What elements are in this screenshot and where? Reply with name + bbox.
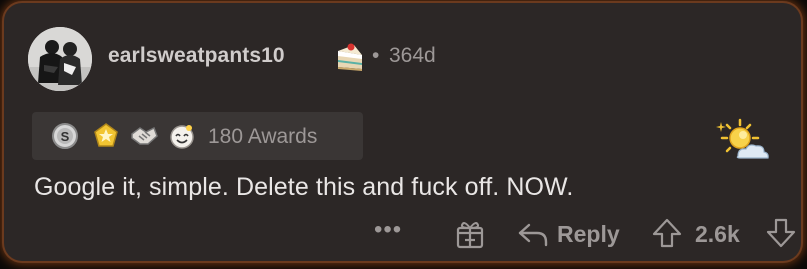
reply-label: Reply xyxy=(557,220,620,247)
comment-age[interactable]: 364d xyxy=(389,44,436,68)
silver-award-icon: S xyxy=(51,122,79,150)
reply-button[interactable]: Reply xyxy=(517,219,620,249)
cake-day-icon xyxy=(332,41,366,75)
sun-cloud-flair-icon xyxy=(714,116,770,164)
upvote-button[interactable] xyxy=(652,217,682,249)
handshake-award-icon xyxy=(130,122,158,150)
svg-text:S: S xyxy=(61,129,70,144)
wholesome-award-icon xyxy=(168,122,196,150)
more-options-button[interactable]: ••• xyxy=(374,215,402,245)
avatar[interactable] xyxy=(28,27,92,91)
helpful-award-icon xyxy=(92,122,120,150)
give-award-button[interactable] xyxy=(455,217,485,249)
meta-separator: • xyxy=(372,44,380,67)
reply-arrow-icon xyxy=(518,223,548,247)
upvote-arrow-icon xyxy=(652,218,682,248)
downvote-arrow-icon xyxy=(766,218,796,248)
downvote-button[interactable] xyxy=(766,217,796,249)
comment-card: earlsweatpants10 • 364d S 180 Awards Goo… xyxy=(4,3,801,261)
awards-count: 180 Awards xyxy=(208,125,318,148)
comment-body: Google it, simple. Delete this and fuck … xyxy=(34,173,574,201)
awards-bar[interactable]: S 180 Awards xyxy=(32,112,363,160)
username-link[interactable]: earlsweatpants10 xyxy=(108,44,285,68)
comment-actions: ••• Reply 2.6k xyxy=(4,215,801,255)
gift-icon xyxy=(456,222,484,249)
vote-score: 2.6k xyxy=(695,221,740,247)
